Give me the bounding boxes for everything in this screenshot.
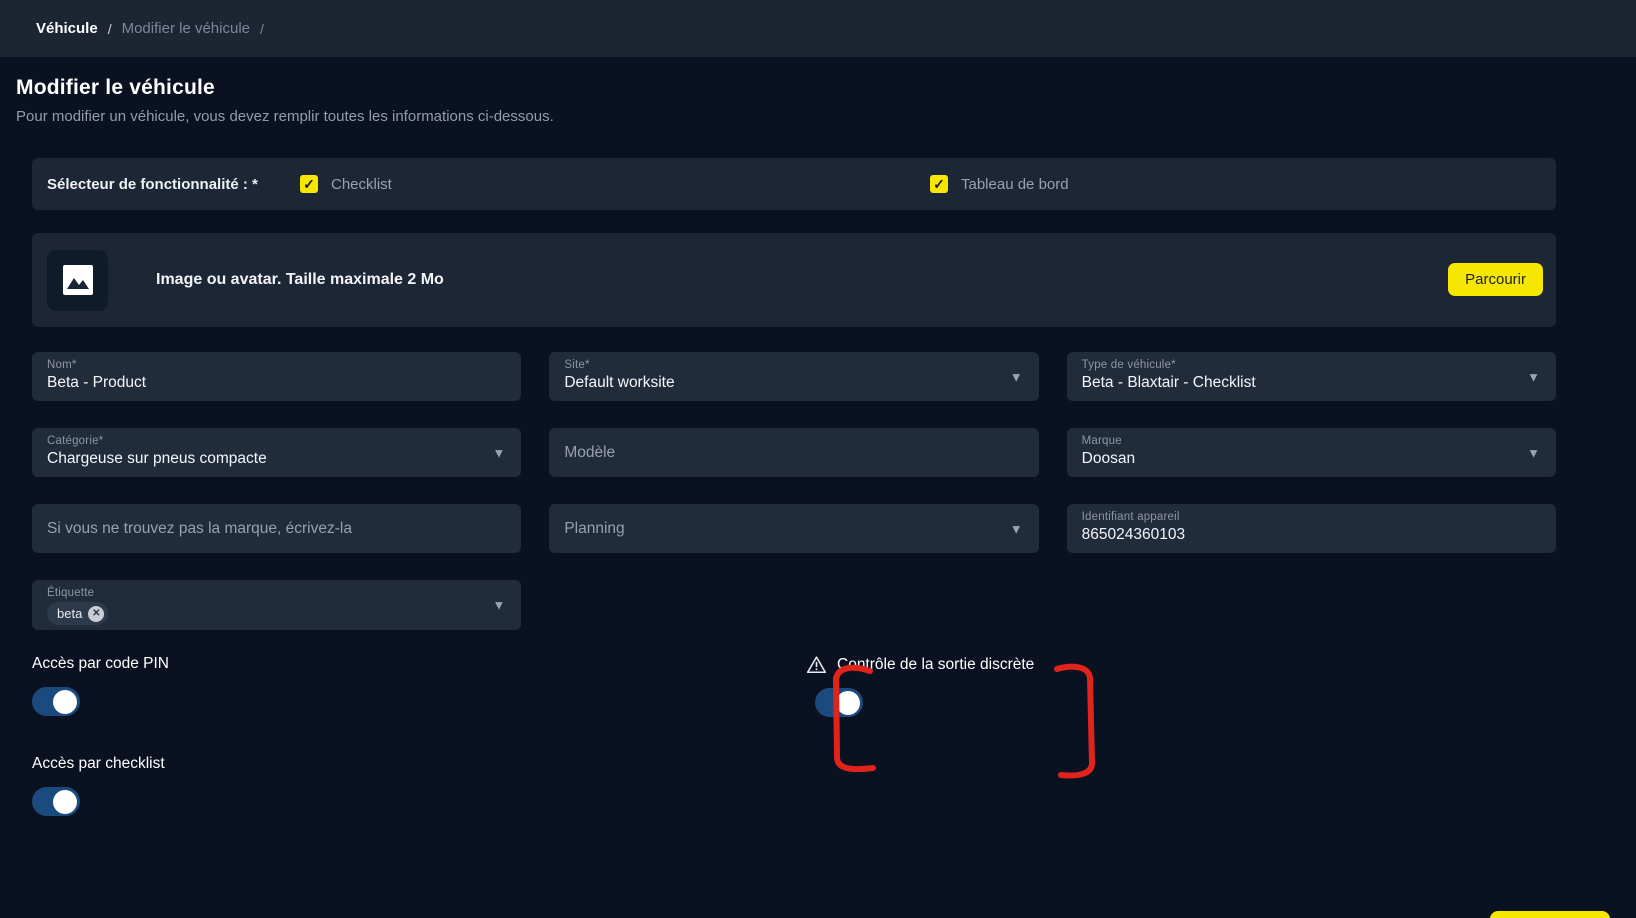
- type-vehicule-value: Beta - Blaxtair - Checklist: [1082, 374, 1516, 392]
- planning-placeholder: Planning: [564, 520, 624, 538]
- controle-sortie-discrete-group: Contrôle de la sortie discrète: [806, 655, 1034, 717]
- acces-checklist-label: Accès par checklist: [32, 755, 165, 773]
- breadcrumb-separator: /: [260, 21, 264, 37]
- controle-sortie-discrete-toggle[interactable]: [815, 688, 863, 717]
- marque-label: Marque: [1082, 435, 1516, 447]
- identifiant-appareil-label: Identifiant appareil: [1082, 511, 1516, 523]
- type-vehicule-select[interactable]: Type de véhicule* Beta - Blaxtair - Chec…: [1067, 352, 1556, 401]
- planning-select[interactable]: Planning ▼: [549, 504, 1038, 553]
- warning-icon: [806, 655, 827, 674]
- checkbox-tableau-de-bord-label: Tableau de bord: [961, 176, 1069, 193]
- breadcrumb: Véhicule / Modifier le véhicule /: [0, 0, 1636, 57]
- acces-code-pin-toggle[interactable]: [32, 687, 80, 716]
- chevron-down-icon: ▼: [492, 598, 505, 613]
- nom-label: Nom*: [47, 359, 481, 371]
- vehicle-edit-page: Véhicule / Modifier le véhicule / Modifi…: [0, 0, 1636, 918]
- chevron-down-icon: ▼: [1527, 369, 1540, 384]
- chevron-down-icon: ▼: [1010, 521, 1023, 536]
- categorie-select[interactable]: Catégorie* Chargeuse sur pneus compacte …: [32, 428, 521, 477]
- chevron-down-icon: ▼: [492, 445, 505, 460]
- identifiant-appareil-field[interactable]: Identifiant appareil 865024360103: [1067, 504, 1556, 553]
- browse-button[interactable]: Parcourir: [1448, 263, 1543, 296]
- modele-placeholder: Modèle: [564, 444, 615, 462]
- marque-select[interactable]: Marque Doosan ▼: [1067, 428, 1556, 477]
- toggle-knob: [53, 690, 77, 714]
- page-header: Modifier le véhicule Pour modifier un vé…: [16, 76, 554, 125]
- acces-checklist-toggle[interactable]: [32, 787, 80, 816]
- checkbox-checklist-label: Checklist: [331, 176, 392, 193]
- categorie-label: Catégorie*: [47, 435, 481, 447]
- chip-remove-icon[interactable]: ✕: [88, 606, 104, 622]
- acces-code-pin-group: Accès par code PIN: [32, 655, 169, 716]
- image-preview-tile: [47, 250, 108, 311]
- chevron-down-icon: ▼: [1010, 369, 1023, 384]
- etiquette-label: Étiquette: [47, 587, 481, 599]
- checkbox-checked-icon: ✓: [930, 175, 948, 193]
- chevron-down-icon: ▼: [1527, 445, 1540, 460]
- categorie-value: Chargeuse sur pneus compacte: [47, 450, 481, 468]
- marque-value: Doosan: [1082, 450, 1516, 468]
- site-select[interactable]: Site* Default worksite ▼: [549, 352, 1038, 401]
- identifiant-appareil-value: 865024360103: [1082, 526, 1516, 544]
- page-title: Modifier le véhicule: [16, 76, 554, 100]
- nom-value: Beta - Product: [47, 374, 481, 392]
- vehicle-form: Nom* Beta - Product Site* Default worksi…: [32, 352, 1556, 630]
- image-upload-panel: Image ou avatar. Taille maximale 2 Mo Pa…: [32, 233, 1556, 327]
- acces-code-pin-label: Accès par code PIN: [32, 655, 169, 673]
- checkbox-checklist[interactable]: ✓ Checklist: [300, 175, 392, 193]
- breadcrumb-separator: /: [108, 21, 112, 37]
- type-vehicule-label: Type de véhicule*: [1082, 359, 1516, 371]
- checkbox-checked-icon: ✓: [300, 175, 318, 193]
- etiquette-select[interactable]: Étiquette beta ✕ ▼: [32, 580, 521, 630]
- feature-selector-bar: Sélecteur de fonctionnalité : * ✓ Checkl…: [32, 158, 1556, 210]
- feature-selector-label: Sélecteur de fonctionnalité : *: [47, 176, 258, 193]
- site-value: Default worksite: [564, 374, 998, 392]
- marque-libre-placeholder: Si vous ne trouvez pas la marque, écrive…: [47, 520, 352, 538]
- checkbox-tableau-de-bord[interactable]: ✓ Tableau de bord: [930, 175, 1069, 193]
- bottom-action-button-partial[interactable]: [1490, 911, 1610, 918]
- toggle-knob: [53, 790, 77, 814]
- chip-label: beta: [57, 606, 82, 621]
- toggle-knob: [836, 691, 860, 715]
- site-label: Site*: [564, 359, 998, 371]
- marque-libre-field[interactable]: Si vous ne trouvez pas la marque, écrive…: [32, 504, 521, 553]
- breadcrumb-item-vehicule[interactable]: Véhicule: [36, 20, 98, 37]
- image-upload-hint: Image ou avatar. Taille maximale 2 Mo: [156, 271, 444, 289]
- page-subtitle: Pour modifier un véhicule, vous devez re…: [16, 108, 554, 125]
- modele-field[interactable]: Modèle: [549, 428, 1038, 477]
- breadcrumb-item-modifier[interactable]: Modifier le véhicule: [122, 20, 250, 37]
- acces-checklist-group: Accès par checklist: [32, 755, 165, 816]
- image-icon: [63, 265, 93, 295]
- etiquette-chip-beta[interactable]: beta ✕: [47, 602, 108, 625]
- nom-field[interactable]: Nom* Beta - Product: [32, 352, 521, 401]
- controle-sortie-discrete-label: Contrôle de la sortie discrète: [837, 656, 1034, 674]
